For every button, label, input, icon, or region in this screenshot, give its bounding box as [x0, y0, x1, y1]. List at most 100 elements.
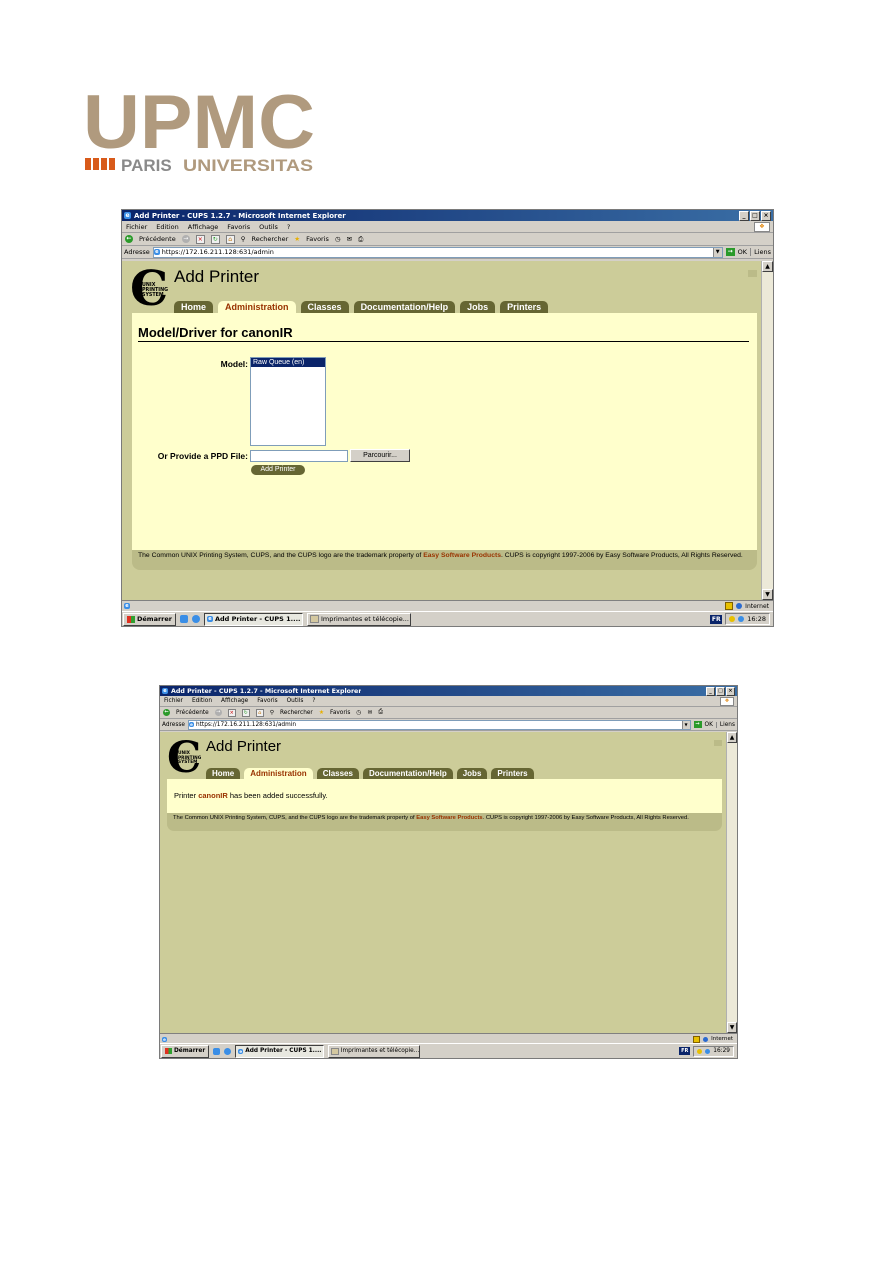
home-icon[interactable]: ⌂ — [225, 234, 235, 244]
links-button[interactable]: Liens — [715, 721, 735, 728]
tab-jobs[interactable]: Jobs — [456, 768, 488, 779]
tab-classes[interactable]: Classes — [316, 768, 359, 779]
tab-documentation-help[interactable]: Documentation/Help — [362, 768, 453, 779]
scroll-down-icon[interactable]: ▼ — [762, 589, 773, 600]
stop-icon[interactable]: × — [227, 708, 236, 717]
language-indicator[interactable]: FR — [710, 614, 723, 624]
print-icon[interactable]: ⎙ — [358, 235, 363, 244]
go-arrow-icon[interactable]: → — [693, 721, 702, 728]
search-icon[interactable]: ⚲ — [241, 235, 246, 243]
tab-jobs[interactable]: Jobs — [460, 301, 496, 313]
favorites-star-icon[interactable]: ★ — [319, 710, 324, 716]
taskbar-item-add-printer[interactable]: e Add Printer - CUPS 1.... — [235, 1044, 325, 1058]
model-listbox[interactable]: Raw Queue (en) — [250, 357, 326, 446]
menu-favoris[interactable]: Favoris — [257, 698, 277, 704]
minimize-button[interactable]: _ — [739, 210, 749, 221]
tab-classes[interactable]: Classes — [300, 301, 349, 313]
ie-launch-icon[interactable] — [192, 615, 200, 623]
refresh-icon[interactable]: ↻ — [241, 708, 250, 717]
address-dropdown-icon[interactable]: ▼ — [712, 247, 722, 257]
mail-icon[interactable]: ✉ — [367, 710, 372, 716]
tab-documentation-help[interactable]: Documentation/Help — [353, 301, 456, 313]
go-button[interactable]: OK — [705, 722, 713, 728]
home-icon[interactable]: ⌂ — [255, 708, 264, 717]
address-dropdown-icon[interactable]: ▼ — [681, 720, 690, 729]
network-icon[interactable] — [705, 1048, 711, 1054]
back-arrow-icon[interactable]: ← — [125, 235, 133, 243]
add-printer-button[interactable]: Add Printer — [251, 465, 305, 475]
minimize-button[interactable]: _ — [706, 686, 715, 696]
favorites-button[interactable]: Favoris — [330, 710, 350, 716]
menu-affichage[interactable]: Affichage — [188, 223, 219, 231]
search-button[interactable]: Rechercher — [251, 235, 288, 243]
close-button[interactable]: × — [726, 686, 735, 696]
back-arrow-icon[interactable]: ← — [163, 709, 170, 716]
footer-company-link[interactable]: Easy Software Products — [416, 815, 482, 821]
history-icon[interactable]: ◷ — [356, 710, 361, 716]
taskbar-item-printers-faxes[interactable]: Imprimantes et télécopie... — [328, 1044, 421, 1058]
favorites-star-icon[interactable]: ★ — [294, 235, 300, 243]
maximize-button[interactable]: □ — [750, 210, 760, 221]
vertical-scrollbar[interactable]: ▲ ▼ — [726, 732, 737, 1033]
printer-name-link[interactable]: canonIR — [198, 791, 228, 800]
go-button[interactable]: OK — [738, 248, 747, 256]
tab-home[interactable]: Home — [206, 768, 241, 779]
back-button[interactable]: Précédente — [139, 235, 176, 243]
address-input[interactable]: e https://172.16.211.128:631/admin ▼ — [187, 719, 691, 730]
menu-outils[interactable]: Outils — [287, 698, 304, 704]
forward-arrow-icon[interactable]: → — [214, 709, 222, 716]
status-page-icon: e — [162, 1036, 167, 1042]
show-desktop-icon[interactable] — [213, 1047, 221, 1055]
scroll-up-icon[interactable]: ▲ — [762, 261, 773, 272]
print-icon[interactable]: ⎙ — [378, 709, 383, 716]
internet-zone-icon — [703, 1036, 709, 1042]
go-arrow-icon[interactable]: → — [725, 248, 735, 256]
scroll-down-icon[interactable]: ▼ — [727, 1022, 737, 1033]
tab-administration[interactable]: Administration — [218, 301, 296, 313]
ppd-file-input[interactable] — [250, 450, 348, 462]
menu-fichier[interactable]: Fichier — [126, 223, 147, 231]
shield-icon[interactable] — [729, 616, 736, 622]
model-option-raw-queue[interactable]: Raw Queue (en) — [251, 358, 325, 367]
mail-icon[interactable]: ✉ — [347, 235, 352, 243]
search-icon[interactable]: ⚲ — [270, 710, 274, 716]
ie-launch-icon[interactable] — [224, 1047, 232, 1055]
menu-edition[interactable]: Edition — [156, 223, 179, 231]
footer-company-link[interactable]: Easy Software Products — [423, 552, 501, 559]
start-button[interactable]: Démarrer — [123, 612, 176, 626]
browse-button[interactable]: Parcourir... — [350, 449, 410, 462]
start-button[interactable]: Démarrer — [161, 1044, 210, 1058]
vertical-scrollbar[interactable]: ▲ ▼ — [761, 261, 773, 600]
tab-home[interactable]: Home — [174, 301, 214, 313]
maximize-button[interactable]: □ — [716, 686, 725, 696]
forward-arrow-icon[interactable]: → — [181, 235, 190, 243]
menu-help[interactable]: ? — [287, 223, 290, 231]
tab-printers[interactable]: Printers — [491, 768, 534, 779]
search-button[interactable]: Rechercher — [280, 710, 313, 716]
cups-logo: C UNIX PRINTING SYSTEM — [167, 737, 203, 780]
close-button[interactable]: × — [761, 210, 771, 221]
logo-sub-right: UNIVERSITAS — [183, 156, 313, 175]
menu-help[interactable]: ? — [312, 698, 315, 704]
favorites-button[interactable]: Favoris — [306, 235, 329, 243]
tab-printers[interactable]: Printers — [500, 301, 549, 313]
menu-affichage[interactable]: Affichage — [221, 698, 248, 704]
menu-favoris[interactable]: Favoris — [227, 223, 250, 231]
taskbar-item-add-printer[interactable]: e Add Printer - CUPS 1.... — [204, 612, 303, 626]
back-button[interactable]: Précédente — [176, 710, 209, 716]
taskbar-item-printers-faxes[interactable]: Imprimantes et télécopie... — [307, 612, 411, 626]
history-icon[interactable]: ◷ — [335, 235, 341, 243]
menu-outils[interactable]: Outils — [259, 223, 278, 231]
tab-administration[interactable]: Administration — [244, 768, 313, 779]
language-indicator[interactable]: FR — [679, 1047, 691, 1055]
refresh-icon[interactable]: ↻ — [210, 234, 220, 244]
menu-fichier[interactable]: Fichier — [164, 698, 183, 704]
stop-icon[interactable]: × — [195, 234, 205, 244]
show-desktop-icon[interactable] — [180, 615, 188, 623]
network-icon[interactable] — [738, 616, 745, 622]
menu-edition[interactable]: Edition — [192, 698, 212, 704]
shield-icon[interactable] — [697, 1048, 703, 1054]
scroll-up-icon[interactable]: ▲ — [727, 732, 737, 743]
links-button[interactable]: Liens — [750, 248, 771, 256]
address-input[interactable]: e https://172.16.211.128:631/admin ▼ — [152, 246, 723, 258]
